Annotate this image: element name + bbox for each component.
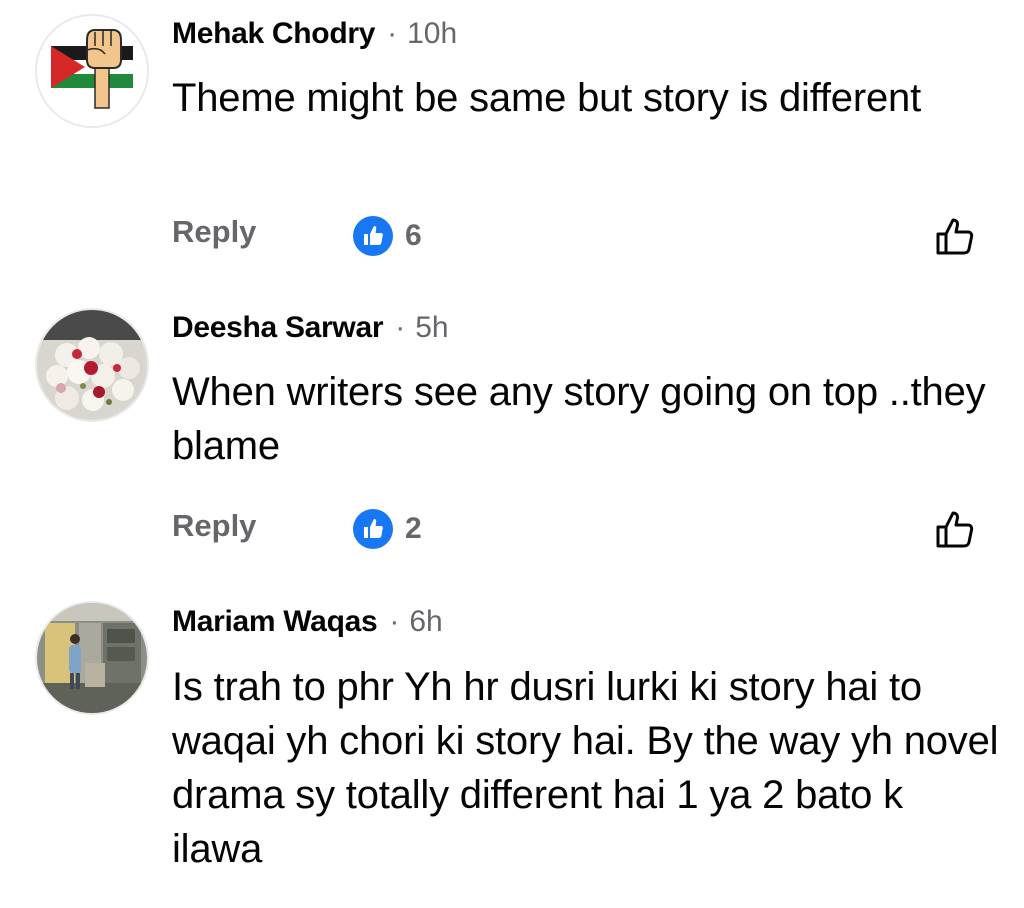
comment-time[interactable]: 10h bbox=[407, 17, 457, 51]
comment-time[interactable]: 6h bbox=[409, 605, 442, 639]
comment-header: Deesha Sarwar · 5h bbox=[172, 308, 449, 348]
comment-header: Mehak Chodry · 10h bbox=[172, 14, 457, 54]
comment-time[interactable]: 5h bbox=[415, 311, 448, 345]
comment-header: Mariam Waqas · 6h bbox=[172, 602, 443, 642]
flag-fist-avatar-image bbox=[37, 16, 147, 126]
like-count: 6 bbox=[405, 219, 422, 252]
reply-button[interactable]: Reply bbox=[172, 506, 256, 546]
like-button[interactable] bbox=[932, 506, 978, 552]
separator-dot: · bbox=[387, 17, 398, 50]
author-name[interactable]: Mehak Chodry bbox=[172, 17, 375, 51]
comment-text: Theme might be same but story is differe… bbox=[172, 76, 921, 120]
comment-text: When writers see any story going on top … bbox=[172, 370, 986, 468]
author-name[interactable]: Mariam Waqas bbox=[172, 605, 378, 639]
separator-dot: · bbox=[395, 311, 406, 344]
thumbs-up-outline-icon bbox=[936, 218, 974, 255]
avatar[interactable] bbox=[37, 16, 147, 126]
comment-text: Is trah to phr Yh hr dusri lurki ki stor… bbox=[172, 665, 999, 871]
workplace-avatar-image bbox=[37, 603, 147, 713]
separator-dot: · bbox=[389, 605, 400, 638]
like-badge-icon bbox=[353, 216, 393, 256]
like-badge-icon bbox=[353, 509, 393, 549]
flower-bouquet-avatar-image bbox=[37, 310, 147, 420]
like-button[interactable] bbox=[932, 213, 978, 259]
reaction-summary[interactable]: 2 bbox=[353, 509, 422, 549]
thumbs-up-outline-icon bbox=[936, 511, 974, 548]
reply-button[interactable]: Reply bbox=[172, 212, 256, 252]
avatar[interactable] bbox=[37, 310, 147, 420]
avatar[interactable] bbox=[37, 603, 147, 713]
reaction-summary[interactable]: 6 bbox=[353, 216, 422, 256]
author-name[interactable]: Deesha Sarwar bbox=[172, 311, 384, 345]
like-count: 2 bbox=[405, 512, 422, 545]
